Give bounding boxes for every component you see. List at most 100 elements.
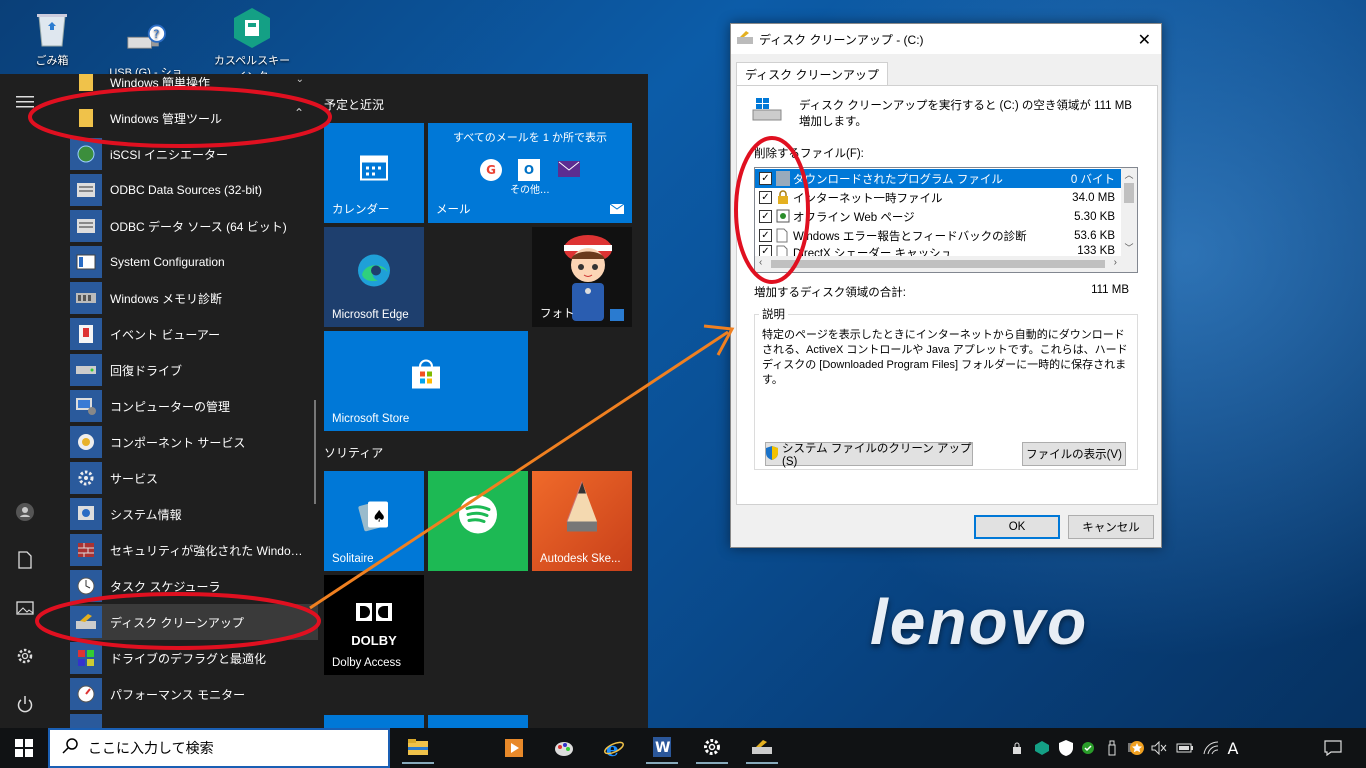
tray-kaspersky-icon[interactable] xyxy=(1034,738,1050,758)
dialog-title: ディスク クリーンアップ - (C:) xyxy=(759,32,924,47)
app-iscsi-initiator[interactable]: iSCSI イニシエーター xyxy=(70,136,318,172)
tile-photos[interactable]: フォト xyxy=(532,227,632,327)
word-icon[interactable]: W xyxy=(646,732,678,764)
app-component-services[interactable]: コンポーネント サービス xyxy=(70,424,318,460)
file-size: 34.0 MB xyxy=(1072,191,1115,204)
offline-page-icon xyxy=(776,209,790,224)
svg-text:♠: ♠ xyxy=(372,507,386,526)
file-name: ダウンロードされたプログラム ファイル xyxy=(793,173,1003,186)
app-label: ODBC Data Sources (32-bit) xyxy=(110,183,263,197)
disk-cleanup-taskbar-icon[interactable] xyxy=(746,732,778,764)
tray-lock-icon[interactable] xyxy=(1010,738,1024,758)
tile-microsoft-store[interactable]: Microsoft Store xyxy=(324,331,528,431)
start-rail xyxy=(0,74,50,728)
desktop-icon-kaspersky[interactable]: カスペルスキー インタ xyxy=(212,8,292,84)
tray-security-check-icon[interactable] xyxy=(1080,738,1096,758)
tray-usb-icon[interactable] xyxy=(1104,738,1120,758)
app-recovery-drive[interactable]: 回復ドライブ xyxy=(70,352,318,388)
app-list-scrollbar[interactable] xyxy=(314,400,316,504)
app-odbc-32[interactable]: ODBC Data Sources (32-bit) xyxy=(70,172,318,208)
app-label: コンピューターの管理 xyxy=(110,399,231,414)
tray-volume-muted-icon[interactable] xyxy=(1150,738,1168,758)
windows-start-icon[interactable] xyxy=(8,732,40,764)
tray-battery-icon[interactable] xyxy=(1176,738,1194,758)
svg-text:?: ? xyxy=(153,27,159,41)
taskbar-search-box[interactable]: ここに入力して検索 xyxy=(48,728,390,768)
search-input[interactable]: ここに入力して検索 xyxy=(88,738,214,758)
user-avatar-icon[interactable] xyxy=(0,492,50,532)
clean-system-files-button[interactable]: システム ファイルのクリーン アップ(S) xyxy=(765,442,973,468)
desktop-icon-recycle-bin[interactable]: ごみ箱 xyxy=(12,8,92,68)
tile-calendar[interactable]: カレンダー xyxy=(324,123,424,223)
file-row[interactable]: ✓ オフライン Web ページ 5.30 KB xyxy=(755,207,1121,226)
app-windows-memory-diagnostic[interactable]: Windows メモリ診断 xyxy=(70,280,318,316)
tray-ime-indicator[interactable]: A xyxy=(1224,738,1242,758)
cancel-button[interactable]: キャンセル xyxy=(1068,515,1154,539)
file-row[interactable]: ✓ Windows エラー報告とフィードバックの診断 53.6 KB xyxy=(755,226,1121,245)
document-icon xyxy=(776,228,790,243)
recycle-bin-icon xyxy=(32,8,72,48)
tab-disk-cleanup[interactable]: ディスク クリーンアップ xyxy=(736,62,888,86)
file-row[interactable]: ✓ インターネット一時ファイル 34.0 MB xyxy=(755,188,1121,207)
tile-label: Microsoft Edge xyxy=(332,309,409,321)
app-disk-cleanup[interactable]: ディスク クリーンアップ xyxy=(70,604,318,640)
media-player-icon[interactable] xyxy=(498,732,530,764)
view-files-button[interactable]: ファイルの表示(V) xyxy=(1022,442,1126,466)
file-row[interactable]: ✓ ダウンロードされたプログラム ファイル 0 バイト xyxy=(755,169,1121,188)
files-vertical-scrollbar[interactable]: ︿ ﹀ xyxy=(1121,168,1137,256)
taskbar: ここに入力して検索 e W A xyxy=(0,728,1366,768)
checkbox[interactable]: ✓ xyxy=(759,191,772,204)
checkbox[interactable]: ✓ xyxy=(759,172,772,185)
app-folder-windows-accessibility[interactable]: Windows 簡単操作 ⌄ xyxy=(70,74,318,100)
app-defragment[interactable]: ドライブのデフラグと最適化 xyxy=(70,640,318,676)
iscsi-globe-icon xyxy=(70,138,102,170)
tile-spotify[interactable] xyxy=(428,471,528,571)
tray-wifi-icon[interactable] xyxy=(1202,738,1220,758)
tile-autodesk-sketchbook[interactable]: Autodesk Ske... xyxy=(532,471,632,571)
scroll-left-icon[interactable]: ‹ xyxy=(759,257,762,268)
tray-shield-icon[interactable] xyxy=(1058,738,1074,758)
internet-explorer-icon[interactable]: e xyxy=(598,732,630,764)
settings-gear-icon[interactable] xyxy=(0,636,50,676)
tray-star-icon[interactable] xyxy=(1128,738,1146,758)
close-icon[interactable]: ✕ xyxy=(1138,30,1151,50)
file-size: 5.30 KB xyxy=(1074,210,1115,223)
settings-gear-icon[interactable] xyxy=(696,732,728,764)
app-services[interactable]: サービス xyxy=(70,460,318,496)
tile-solitaire[interactable]: ♠ Solitaire xyxy=(324,471,424,571)
app-windows-defender-firewall[interactable]: セキュリティが強化された Windows De... xyxy=(70,532,318,568)
checkbox[interactable]: ✓ xyxy=(759,229,772,242)
app-odbc-64[interactable]: ODBC データ ソース (64 ビット) xyxy=(70,208,318,244)
tile-microsoft-edge[interactable]: Microsoft Edge xyxy=(324,227,424,327)
recovery-drive-icon xyxy=(70,354,102,386)
files-horizontal-scrollbar[interactable]: ‹ › xyxy=(755,256,1137,272)
tile-dolby-access[interactable]: DOLBY Dolby Access xyxy=(324,575,424,675)
action-center-icon[interactable] xyxy=(1322,738,1344,758)
tile-mail[interactable]: すべてのメールを 1 か所で表示 G O その他... メール xyxy=(428,123,632,223)
system-config-icon xyxy=(70,246,102,278)
app-performance-monitor[interactable]: パフォーマンス モニター xyxy=(70,676,318,712)
hamburger-menu-icon[interactable] xyxy=(0,82,50,122)
scroll-thumb[interactable] xyxy=(771,260,1105,268)
app-system-information[interactable]: システム情報 xyxy=(70,496,318,532)
app-system-configuration[interactable]: System Configuration xyxy=(70,244,318,280)
checkbox[interactable]: ✓ xyxy=(759,210,772,223)
app-task-scheduler[interactable]: タスク スケジューラ xyxy=(70,568,318,604)
scroll-right-icon[interactable]: › xyxy=(1114,257,1117,268)
paint-icon[interactable] xyxy=(548,732,580,764)
program-files-icon xyxy=(776,171,790,186)
scroll-down-icon[interactable]: ﹀ xyxy=(1121,241,1137,254)
edge-icon xyxy=(356,253,392,292)
description-text: 特定のページを表示したときにインターネットから自動的にダウンロードされる、Act… xyxy=(762,329,1128,386)
app-computer-management[interactable]: コンピューターの管理 xyxy=(70,388,318,424)
ok-button[interactable]: OK xyxy=(974,515,1060,539)
file-explorer-icon[interactable] xyxy=(402,732,434,764)
power-icon[interactable] xyxy=(0,684,50,724)
scroll-up-icon[interactable]: ︿ xyxy=(1121,168,1137,181)
documents-icon[interactable] xyxy=(0,540,50,580)
pictures-icon[interactable] xyxy=(0,588,50,628)
scroll-thumb[interactable] xyxy=(1124,183,1134,203)
app-folder-windows-admin-tools[interactable]: Windows 管理ツール ⌃ xyxy=(70,100,318,136)
app-event-viewer[interactable]: イベント ビューアー xyxy=(70,316,318,352)
usb-shortcut-icon: ? xyxy=(126,20,166,60)
